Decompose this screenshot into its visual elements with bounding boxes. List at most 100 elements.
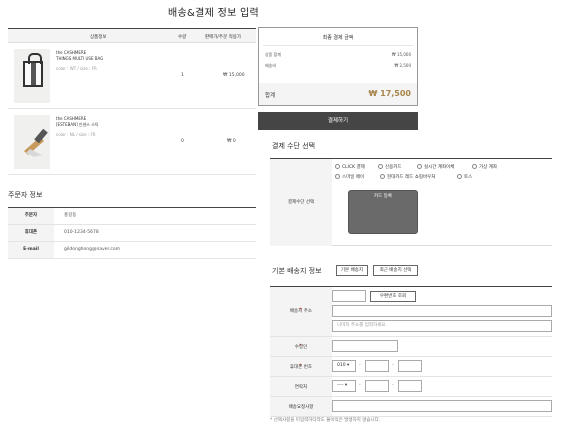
request-label: 배송요청사항 [288,405,314,410]
product-price: ₩ 0 [227,139,236,144]
recipient-input[interactable] [332,340,398,352]
orderer-value: 홍길동 [64,213,77,218]
mobile-middle-input[interactable] [365,360,389,372]
zipcode-input[interactable] [332,290,366,302]
radio-label: 실시간 계좌이체 [424,165,455,170]
product-table-header: 상품정보 수량 판매가/주문 적용가 [8,28,256,43]
request-label-cell: 배송요청사항 [270,397,332,416]
shipping-note: * 선택사항을 미입력하더라도 불이익은 발생하지 않습니다. [270,418,381,423]
pay-button[interactable]: 결제하기 [258,112,418,130]
request-row: 배송요청사항 [270,397,552,417]
phone-row: 연락처 ---- ▾ - - [270,377,552,397]
radio-label: 현대카드 레드 쇼핑바우처 [387,175,436,180]
phone-last-input[interactable] [398,380,422,392]
radio-circle-icon [335,174,340,179]
recipient-label: 수령인 [294,345,308,350]
total-row: 합계 ₩ 17,500 [259,83,417,105]
summary-title: 최종 결제 금액 [322,35,354,41]
radio-credit-card[interactable]: 신용카드 [378,164,402,170]
address-label: 배송지 주소 [289,309,313,314]
delivery-request-input[interactable] [332,400,552,412]
address-input[interactable] [332,305,552,317]
radio-circle-icon [335,164,340,169]
dash: - [392,383,394,388]
product-image-bag[interactable] [14,49,50,103]
mobile-label-cell: * 휴대폰 번호 [270,357,332,376]
orderer-row: 휴대폰 010-1234-5678 [8,225,256,242]
shipping-fee-value: ₩ 2,500 [394,63,411,68]
product-price: ₩ 15,000 [223,73,245,78]
divider [263,45,413,46]
radio-label: CLICK 결제 [342,165,365,170]
mobile-label: 휴대폰 번호 [289,365,313,370]
recipient-row: * 수령인 [270,337,552,357]
shipping-table: * 배송지 주소 우편번호 조회 나머지 주소를 입력하세요. * 수령인 * 휴대폰… [270,286,552,417]
recipient-label-cell: * 수령인 [270,337,332,356]
orderer-row: 주문자 홍길동 [8,208,256,225]
mobile-row: * 휴대폰 번호 010 ▾ - - [270,357,552,377]
radio-realtime-transfer[interactable]: 실시간 계좌이체 [417,164,454,170]
product-qty: 1 [181,73,184,78]
mobile-last-input[interactable] [398,360,422,372]
radio-label: 토스 [464,175,473,180]
mobile-value: 010-1234-5678 [64,230,99,235]
card-register-label: 카드 등록 [374,194,392,199]
orderer-row: E-mail gildonghong@naver.com [8,242,256,259]
product-total-label: 상품 합계 [265,52,281,57]
header-qty: 수량 [178,35,187,40]
address-row: * 배송지 주소 우편번호 조회 나머지 주소를 입력하세요. [270,287,552,337]
radio-virtual-account[interactable]: 가상 계좌 [472,164,497,170]
radio-label: 스마일 페이 [342,175,365,180]
product-name[interactable]: [ESTEBAN] 인센스 스틱 [56,122,99,128]
phone-middle-input[interactable] [365,380,389,392]
orderer-section-title: 주문자 정보 [8,191,43,199]
email-label: E-mail [8,242,54,258]
mobile-prefix-value: 010 [337,363,346,368]
product-row: the CASHMERE THINGS MULTI USE BAG color … [8,43,256,109]
radio-circle-icon [472,164,477,169]
phone-prefix-select[interactable]: ---- ▾ [332,380,356,392]
product-name[interactable]: THINGS MULTI USE BAG [56,56,103,62]
payment-section-title: 결제 수단 선택 [272,142,316,150]
product-option: color : NL / size : FR [56,132,96,137]
product-qty: 0 [181,139,184,144]
radio-circle-icon [417,164,422,169]
bag-icon [23,53,43,87]
product-row: the CASHMERE [ESTEBAN] 인센스 스틱 color : NL… [8,109,256,175]
address-label-cell: * 배송지 주소 [270,287,332,336]
mobile-prefix-select[interactable]: 010 ▾ [332,360,356,372]
mobile-label: 휴대폰 [8,225,54,241]
header-product-info: 상품정보 [90,35,107,40]
total-label: 합계 [265,93,276,99]
address-detail-input[interactable]: 나머지 주소를 입력하세요. [332,320,552,332]
radio-circle-icon [380,174,385,179]
product-info: the CASHMERE [ESTEBAN] 인센스 스틱 color : NL… [56,116,99,138]
radio-label: 신용카드 [385,165,402,170]
page-title: 배송&결제 정보 입력 [168,8,260,19]
incense-stick-icon [24,128,48,157]
radio-smile-pay[interactable]: 스마일 페이 [335,174,364,180]
radio-click-pay[interactable]: CLICK 결제 [335,164,365,170]
phone-label: 연락처 [294,385,308,390]
zipcode-search-button[interactable]: 우편번호 조회 [370,291,416,302]
header-price: 판매가/주문 적용가 [205,35,242,40]
dash: - [359,363,361,368]
product-image-incense[interactable] [14,115,50,169]
recent-address-button[interactable]: 최근 배송지 선택 [373,265,418,276]
product-info: the CASHMERE THINGS MULTI USE BAG color … [56,50,103,72]
card-register-box[interactable]: 카드 등록 [348,190,418,234]
product-total-value: ₩ 15,000 [391,52,411,57]
orderer-table: 주문자 홍길동 휴대폰 010-1234-5678 E-mail gildong… [8,207,256,259]
total-value: ₩ 17,500 [368,89,411,98]
radio-hyundai-card[interactable]: 현대카드 레드 쇼핑바우처 [380,174,435,180]
product-option: color : WT / size : FR [56,66,97,71]
shipping-fee-label: 배송비 [265,63,277,68]
phone-prefix-value: ---- [337,383,344,388]
default-address-button[interactable]: 기본 배송지 [336,265,368,276]
payment-summary: 최종 결제 금액 상품 합계 ₩ 15,000 배송비 ₩ 2,500 합계 ₩… [258,27,418,106]
radio-label: 가상 계좌 [479,165,497,170]
shipping-section-title: 기본 배송지 정보 [272,267,322,275]
radio-toss[interactable]: 토스 [457,174,472,180]
payment-method-label: 결제수단 선택 [270,159,332,246]
radio-circle-icon [457,174,462,179]
